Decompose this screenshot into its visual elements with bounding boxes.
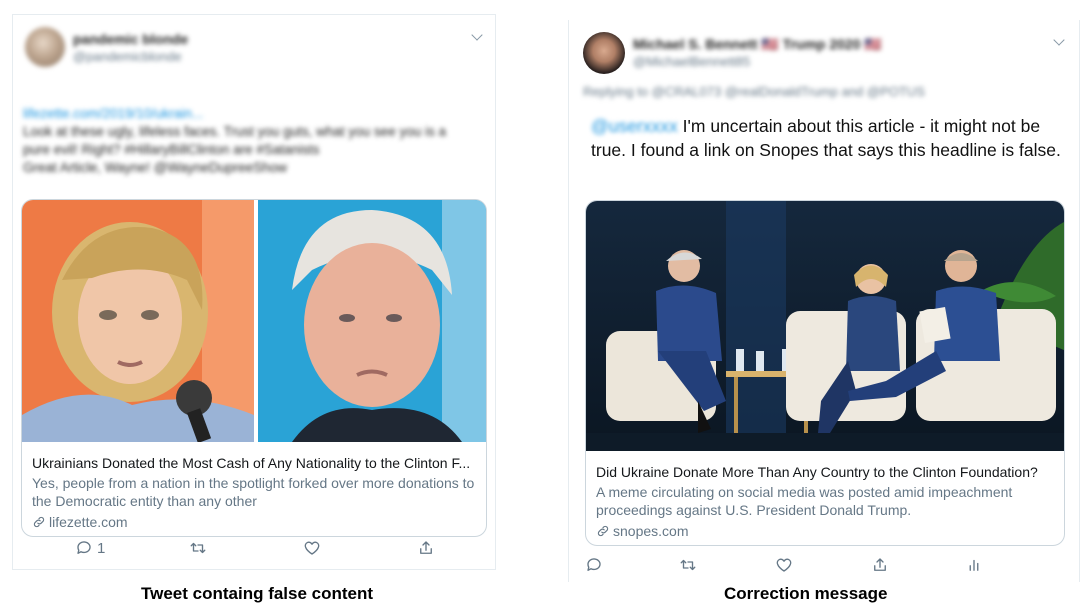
user-name[interactable]: Michael S. Bennett 🇺🇸 Trump 2020 🇺🇸	[633, 36, 882, 53]
share-button[interactable]	[417, 539, 435, 557]
user-name[interactable]: pandemic blonde	[73, 31, 188, 47]
card-image	[586, 201, 1064, 451]
link-icon	[597, 525, 609, 537]
card-title[interactable]: Ukrainians Donated the Most Cash of Any …	[32, 454, 476, 472]
link-preview-card[interactable]: Did Ukraine Donate More Than Any Country…	[585, 200, 1065, 546]
reply-count: 1	[97, 539, 106, 557]
card-url[interactable]: snopes.com	[596, 522, 1054, 540]
retweet-icon	[680, 559, 696, 571]
chevron-down-icon[interactable]	[1053, 34, 1065, 46]
like-button[interactable]	[303, 539, 321, 557]
retweet-button[interactable]	[189, 539, 207, 557]
tweet-link[interactable]: lifezette.com/2019/10/ukrain...	[23, 105, 446, 123]
reply-button[interactable]: 1	[75, 539, 105, 557]
tweet-text: lifezette.com/2019/10/ukrain... Look at …	[23, 105, 446, 177]
link-icon	[33, 516, 45, 528]
card-meta: Ukrainians Donated the Most Cash of Any …	[22, 454, 486, 531]
chevron-down-icon[interactable]	[471, 29, 483, 41]
caption-correction-message: Correction message	[724, 584, 888, 603]
card-url[interactable]: lifezette.com	[32, 513, 476, 531]
tweet-actions: 1	[13, 539, 495, 563]
analytics-icon	[969, 559, 979, 571]
tweet-text: @userxxxx I'm uncertain about this artic…	[591, 114, 1077, 162]
user-handle[interactable]: @pandemicblonde	[73, 49, 182, 64]
reply-button[interactable]	[585, 556, 603, 574]
heart-icon	[776, 558, 792, 572]
card-title[interactable]: Did Ukraine Donate More Than Any Country…	[596, 463, 1054, 481]
card-description: Yes, people from a nation in the spotlig…	[32, 475, 475, 509]
share-icon	[420, 541, 432, 554]
card-image	[22, 200, 486, 442]
retweet-button[interactable]	[679, 556, 697, 574]
tweet-text-line: pure evil! Right? #HillaryBillClinton ar…	[23, 142, 320, 157]
tweet-correction-message[interactable]: Michael S. Bennett 🇺🇸 Trump 2020 🇺🇸 @Mic…	[568, 20, 1080, 582]
replying-to[interactable]: Replying to @CRAL073 @realDonaldTrump an…	[583, 84, 925, 99]
mention-link[interactable]: @userxxxx	[591, 116, 678, 136]
user-avatar[interactable]	[583, 32, 625, 74]
caption-false-content: Tweet containg false content	[141, 584, 374, 603]
analytics-button[interactable]	[965, 556, 983, 574]
user-handle[interactable]: @MichaelBennett85	[633, 54, 750, 69]
retweet-icon	[190, 542, 206, 554]
link-preview-card[interactable]: Ukrainians Donated the Most Cash of Any …	[21, 199, 487, 537]
tweet-text-line: Great Article, Wayne! @WayneDupreeShow	[23, 160, 288, 175]
reply-icon	[587, 558, 601, 571]
reply-icon	[77, 541, 91, 554]
share-icon	[874, 558, 886, 571]
card-meta: Did Ukraine Donate More Than Any Country…	[586, 463, 1064, 540]
heart-icon	[304, 541, 320, 555]
clinton-portraits-image	[22, 200, 486, 442]
card-url-text: snopes.com	[613, 523, 689, 539]
tweet-false-content[interactable]: pandemic blonde @pandemicblonde lifezett…	[12, 14, 496, 570]
tweet-actions	[569, 556, 1079, 580]
tweet-text-line: Look at these ugly, lifeless faces. Trus…	[23, 124, 446, 139]
like-button[interactable]	[775, 556, 793, 574]
share-button[interactable]	[871, 556, 889, 574]
card-url-text: lifezette.com	[49, 514, 128, 530]
card-description: A meme circulating on social media was p…	[596, 484, 1013, 518]
stage-panel-photo	[586, 201, 1064, 451]
user-avatar[interactable]	[25, 27, 65, 67]
